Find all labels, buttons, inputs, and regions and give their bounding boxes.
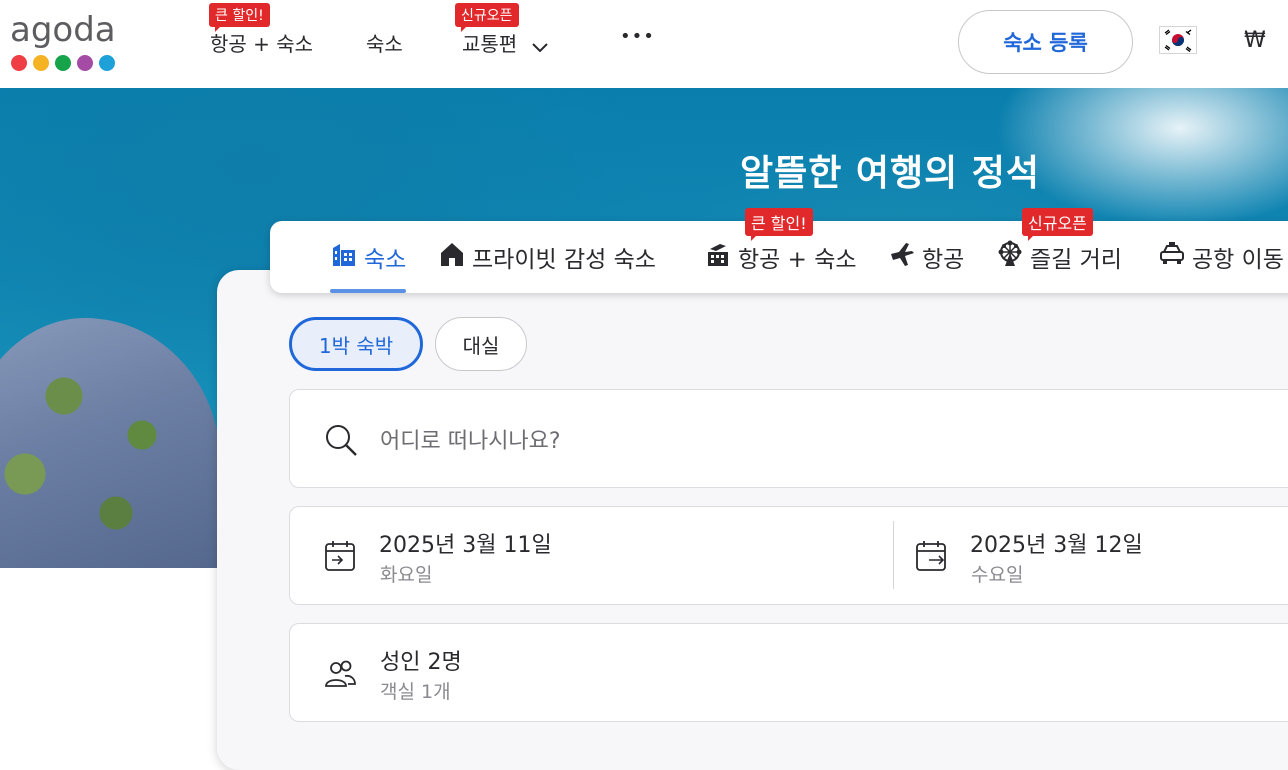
tab-activities[interactable]: 즐길 거리	[996, 221, 1122, 293]
logo-dot	[11, 55, 27, 71]
tab-label: 항공	[922, 247, 965, 273]
tab-airport-transfer[interactable]: 공항 이동	[1158, 221, 1284, 293]
airplane-icon	[888, 240, 922, 274]
checkin-date: 2025년 3월 11일	[379, 533, 552, 558]
tab-label: 공항 이동	[1192, 247, 1284, 273]
logo-dot	[55, 55, 71, 71]
checkin-weekday: 화요일	[380, 564, 433, 586]
logo-dot	[99, 55, 115, 71]
tab-label: 숙소	[364, 247, 407, 273]
overnight-stay-option[interactable]: 1박 숙박	[289, 317, 423, 371]
currency-selector[interactable]: ₩	[1244, 28, 1266, 53]
checkout-date-field[interactable]: 2025년 3월 12일 수요일	[895, 507, 1288, 604]
day-use-option[interactable]: 대실	[435, 317, 527, 371]
tab-private-stay[interactable]: 프라이빗 감성 숙소	[438, 221, 656, 293]
checkout-date: 2025년 3월 12일	[970, 533, 1143, 558]
nav-transport[interactable]: 교통편	[462, 28, 548, 58]
destination-search-field[interactable]: 어디로 떠나시나요?	[289, 389, 1288, 488]
house-icon	[438, 240, 472, 274]
nav-accommodation[interactable]: 숙소	[366, 28, 403, 57]
tab-accommodation[interactable]: 숙소	[330, 221, 407, 293]
logo-dot	[77, 55, 93, 71]
guests-icon	[324, 657, 358, 695]
island-image	[0, 318, 220, 568]
register-property-button[interactable]: 숙소 등록	[958, 10, 1133, 74]
room-count: 객실 1개	[380, 681, 451, 703]
guest-count: 성인 2명	[380, 650, 462, 675]
calendar-checkout-icon	[915, 539, 949, 577]
nav-badge-big-sale: 큰 할인!	[209, 3, 270, 32]
calendar-checkin-icon	[324, 539, 358, 577]
checkout-weekday: 수요일	[971, 564, 1024, 586]
search-icon	[324, 423, 358, 461]
date-divider	[893, 521, 894, 589]
hotel-building-icon	[330, 240, 364, 274]
logo-dots	[11, 55, 115, 71]
hero-title: 알뜰한 여행의 정석	[739, 153, 1041, 194]
nav-badge-new: 신규오픈	[455, 3, 519, 32]
car-icon	[1158, 240, 1192, 274]
nav-flight-hotel[interactable]: 항공 + 숙소	[210, 28, 313, 57]
date-range-field: 2025년 3월 11일 화요일 2025년 3월 12일 수요일	[289, 506, 1288, 605]
tab-label: 즐길 거리	[1030, 247, 1122, 273]
tab-label: 항공 + 숙소	[738, 247, 857, 273]
logo-dot	[33, 55, 49, 71]
nav-transport-label: 교통편	[462, 32, 518, 56]
logo-text: agoda	[10, 10, 116, 50]
tab-flight-hotel[interactable]: 항공 + 숙소	[704, 221, 857, 293]
product-tab-bar: 숙소 프라이빗 감성 숙소 큰 할인! 항공 + 숙소 항공 신규오픈 즐길 거…	[270, 208, 1288, 293]
south-korea-flag-icon[interactable]	[1159, 26, 1197, 54]
flight-hotel-icon	[704, 240, 738, 274]
top-header: agoda 큰 할인! 항공 + 숙소 숙소 신규오픈 교통편 ••• 숙소 등…	[0, 0, 1288, 88]
occupancy-field[interactable]: 성인 2명 객실 1개	[289, 623, 1288, 722]
search-input[interactable]: 어디로 떠나시나요?	[380, 423, 561, 455]
chevron-down-icon	[531, 34, 548, 58]
ferris-wheel-icon	[996, 240, 1030, 274]
checkin-date-field[interactable]: 2025년 3월 11일 화요일	[290, 507, 890, 604]
agoda-logo[interactable]: agoda	[8, 10, 128, 74]
more-menu-icon[interactable]: •••	[620, 26, 655, 47]
tab-flights[interactable]: 항공	[888, 221, 964, 293]
tab-label: 프라이빗 감성 숙소	[472, 247, 656, 273]
